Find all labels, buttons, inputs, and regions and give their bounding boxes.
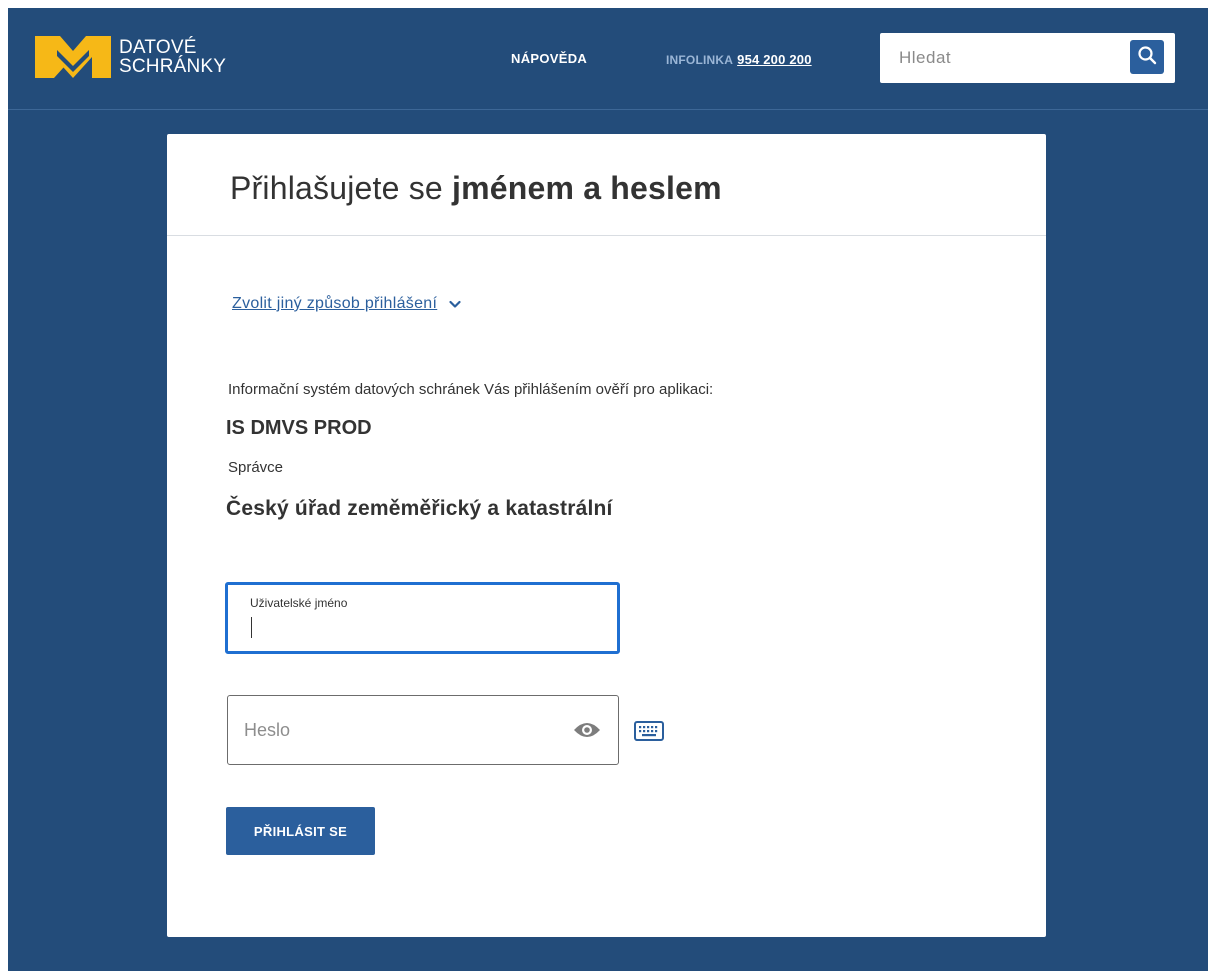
help-link[interactable]: NÁPOVĚDA <box>511 51 587 66</box>
logo-line1: DATOVÉ <box>119 37 197 58</box>
logo-text: DATOVÉ SCHRÁNKY <box>119 38 226 76</box>
password-input[interactable] <box>228 696 574 764</box>
search-input[interactable] <box>880 33 1139 83</box>
login-button[interactable]: PŘIHLÁSIT SE <box>226 807 375 855</box>
login-card: Přihlašujete se jménem a heslem Zvolit j… <box>167 134 1046 937</box>
search-box <box>880 33 1175 83</box>
username-label: Uživatelské jméno <box>250 596 348 610</box>
keyboard-icon[interactable] <box>634 721 664 746</box>
top-header: DATOVÉ SCHRÁNKY NÁPOVĚDA INFOLINKA 954 20… <box>8 8 1208 110</box>
text-caret <box>251 617 252 638</box>
administrator-label: Správce <box>228 459 284 476</box>
chevron-down-icon <box>449 300 461 308</box>
info-text: Informační systém datových schránek Vás … <box>228 381 714 398</box>
page-title-prefix: Přihlašujete se <box>230 170 452 206</box>
page-title-bold: jménem a heslem <box>451 170 722 206</box>
application-name: IS DMVS PROD <box>226 417 372 439</box>
administrator-name: Český úřad zeměměřický a katastrální <box>226 497 613 520</box>
card-header: Přihlašujete se jménem a heslem <box>167 134 1046 236</box>
infoline-label: INFOLINKA <box>666 53 734 67</box>
app-background: DATOVÉ SCHRÁNKY NÁPOVĚDA INFOLINKA 954 20… <box>8 8 1208 971</box>
eye-icon[interactable] <box>573 720 601 745</box>
other-login-method-label: Zvolit jiný způsob přihlášení <box>232 295 438 312</box>
logo-line2: SCHRÁNKY <box>119 56 227 77</box>
infoline: INFOLINKA 954 200 200 <box>666 52 812 67</box>
page-title: Přihlašujete se jménem a heslem <box>230 170 722 207</box>
infoline-number-link[interactable]: 954 200 200 <box>737 52 812 67</box>
datove-schranky-logo-icon <box>35 36 111 78</box>
username-field[interactable]: Uživatelské jméno <box>225 582 620 654</box>
other-login-method-link[interactable]: Zvolit jiný způsob přihlášení <box>232 295 461 313</box>
search-button[interactable] <box>1130 40 1164 74</box>
search-icon <box>1137 45 1157 70</box>
password-field[interactable] <box>227 695 619 765</box>
logo[interactable]: DATOVÉ SCHRÁNKY <box>35 36 226 78</box>
